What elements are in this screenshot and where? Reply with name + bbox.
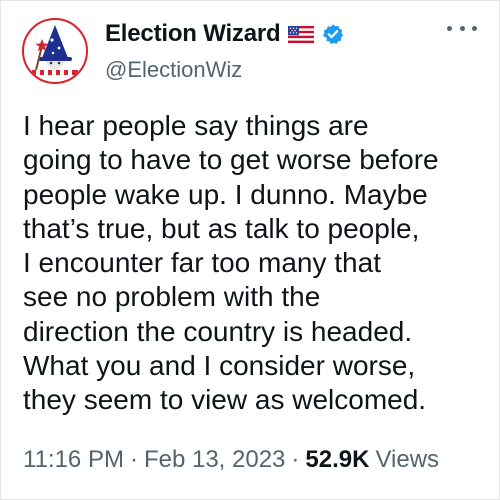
more-options-icon[interactable]: [447, 18, 477, 38]
tweet-date[interactable]: Feb 13, 2023: [144, 446, 285, 474]
verified-badge-icon[interactable]: [322, 23, 344, 45]
tweet-text: I hear people say things are going to ha…: [23, 109, 485, 418]
tweet-card: Election Wizard @ElectionWiz I hear peop…: [0, 0, 500, 500]
dot: [472, 25, 477, 31]
tweet-text-line: What you and I consider worse,: [23, 350, 416, 382]
tweet-text-line: I encounter far too many that: [23, 247, 381, 279]
author-name-row: Election Wizard: [105, 19, 344, 49]
views-label[interactable]: Views: [375, 446, 439, 474]
tweet-meta: 11:16 PM · Feb 13, 2023 · 52.9K Views: [23, 445, 439, 475]
meta-separator: ·: [291, 446, 300, 473]
us-flag-icon: [288, 25, 315, 43]
tweet-text-line: going to have to get worse before: [23, 144, 439, 176]
tweet-text-line: direction the country is headed.: [23, 315, 413, 347]
dot: [459, 25, 465, 31]
dot: [447, 25, 452, 31]
views-count[interactable]: 52.9K: [305, 446, 369, 474]
tweet-text-line: people wake up. I dunno. Maybe: [23, 178, 428, 210]
author-display-name[interactable]: Election Wizard: [105, 20, 281, 48]
tweet-text-line: see no problem with the: [23, 281, 321, 313]
tweet-text-line: that’s true, but as talk to people,: [23, 212, 420, 244]
wizard-avatar-icon[interactable]: [22, 18, 88, 84]
author-handle[interactable]: @ElectionWiz: [105, 57, 242, 83]
tweet-text-line: they seem to view as welcomed.: [23, 384, 427, 416]
meta-separator: ·: [129, 446, 138, 473]
tweet-text-line: I hear people say things are: [23, 110, 369, 141]
tweet-time[interactable]: 11:16 PM: [23, 446, 124, 474]
